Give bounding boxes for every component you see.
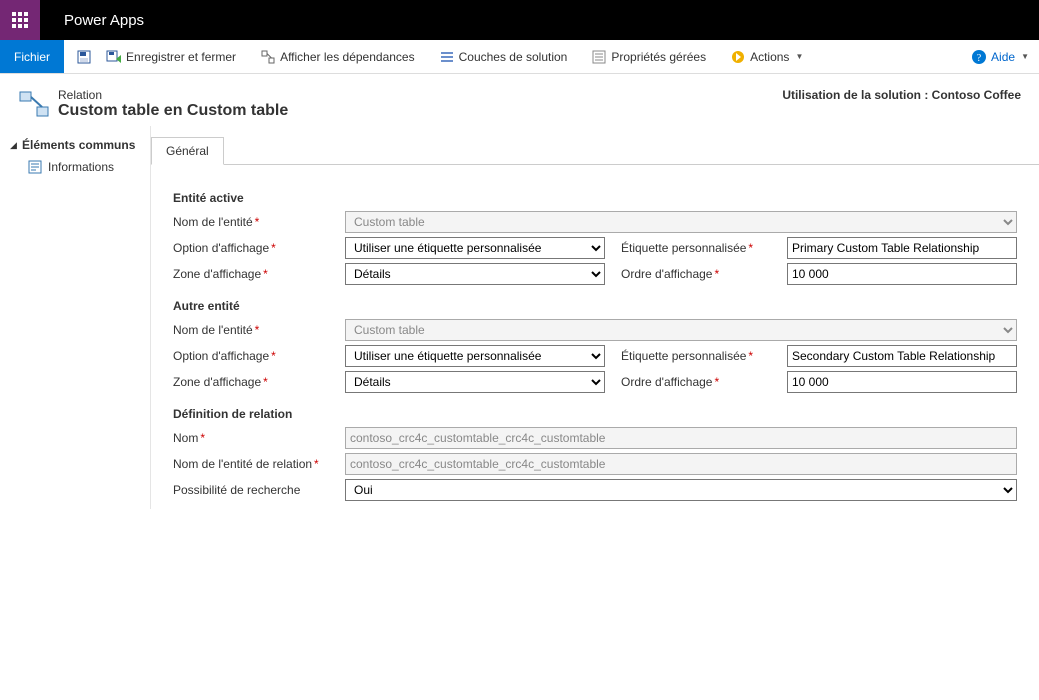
show-dependencies-button[interactable]: Afficher les dépendances — [256, 45, 419, 69]
searchable-select[interactable]: Oui — [345, 479, 1017, 501]
label-rel-name: Nom* — [173, 431, 329, 445]
display-order-2-input[interactable] — [787, 371, 1017, 393]
save-close-icon — [106, 49, 122, 65]
left-nav: ◢ Éléments communs Informations — [0, 126, 151, 509]
actions-label: Actions — [750, 50, 789, 64]
chevron-down-icon: ▼ — [1021, 52, 1029, 61]
solution-usage: Utilisation de la solution : Contoso Cof… — [782, 88, 1021, 120]
layers-icon — [439, 49, 455, 65]
display-order-1-input[interactable] — [787, 263, 1017, 285]
nav-group-label: Éléments communs — [22, 138, 135, 152]
actions-menu-button[interactable]: Actions ▼ — [726, 45, 807, 69]
file-menu-button[interactable]: Fichier — [0, 40, 64, 73]
tab-general[interactable]: Général — [151, 137, 224, 165]
help-icon: ? — [971, 49, 987, 65]
page-supertitle: Relation — [58, 88, 288, 102]
label-display-area-1: Zone d'affichage* — [173, 267, 329, 281]
save-close-button[interactable]: Enregistrer et fermer — [102, 45, 240, 69]
top-bar: Power Apps — [0, 0, 1039, 40]
entity-name-2-select[interactable]: Custom table — [345, 319, 1017, 341]
section-active-entity: Entité active — [173, 191, 1017, 205]
collapse-icon: ◢ — [10, 140, 18, 151]
label-display-option-1: Option d'affichage* — [173, 241, 329, 255]
custom-label-1-input[interactable] — [787, 237, 1017, 259]
nav-item-label: Informations — [48, 160, 114, 174]
save-button[interactable] — [72, 45, 96, 69]
relationship-entity-name-input[interactable] — [345, 453, 1017, 475]
tab-strip: Général — [151, 136, 1039, 165]
display-option-2-select[interactable]: Utiliser une étiquette personnalisée — [345, 345, 605, 367]
nav-item-information[interactable]: Informations — [0, 156, 150, 178]
actions-icon — [730, 49, 746, 65]
page-title: Custom table en Custom table — [58, 102, 288, 120]
custom-label-2-input[interactable] — [787, 345, 1017, 367]
show-dependencies-label: Afficher les dépendances — [280, 50, 415, 64]
section-other-entity: Autre entité — [173, 299, 1017, 313]
label-custom-label-2: Étiquette personnalisée* — [621, 349, 771, 363]
relationship-name-input[interactable] — [345, 427, 1017, 449]
solution-layers-button[interactable]: Couches de solution — [435, 45, 572, 69]
managed-properties-label: Propriétés gérées — [611, 50, 706, 64]
managed-properties-button[interactable]: Propriétés gérées — [587, 45, 710, 69]
command-bar: Fichier Enregistrer et fermer Afficher l… — [0, 40, 1039, 74]
main-content: Général Entité active Nom de l'entité* C… — [151, 126, 1039, 509]
solution-prefix: Utilisation de la solution : — [782, 88, 928, 102]
page-header-text: Relation Custom table en Custom table — [58, 88, 288, 120]
svg-text:?: ? — [977, 53, 982, 64]
entity-name-1-select[interactable]: Custom table — [345, 211, 1017, 233]
label-display-order-1: Ordre d'affichage* — [621, 267, 771, 281]
form-icon — [28, 160, 42, 174]
label-searchable: Possibilité de recherche — [173, 483, 329, 497]
app-title: Power Apps — [64, 12, 144, 29]
properties-icon — [591, 49, 607, 65]
label-display-option-2: Option d'affichage* — [173, 349, 329, 363]
label-display-order-2: Ordre d'affichage* — [621, 375, 771, 389]
app-launcher-button[interactable] — [0, 0, 40, 40]
label-rel-entity-name: Nom de l'entité de relation* — [173, 457, 329, 471]
label-entity-name-2: Nom de l'entité* — [173, 323, 329, 337]
save-close-label: Enregistrer et fermer — [126, 50, 236, 64]
relationship-icon — [18, 88, 50, 120]
label-display-area-2: Zone d'affichage* — [173, 375, 329, 389]
chevron-down-icon: ▼ — [795, 52, 803, 61]
nav-group-common[interactable]: ◢ Éléments communs — [0, 134, 150, 156]
display-option-1-select[interactable]: Utiliser une étiquette personnalisée — [345, 237, 605, 259]
solution-name: Contoso Coffee — [932, 88, 1021, 102]
section-relationship-definition: Définition de relation — [173, 407, 1017, 421]
display-area-2-select[interactable]: Détails — [345, 371, 605, 393]
help-menu-button[interactable]: ? Aide ▼ — [971, 40, 1029, 73]
page-header: Relation Custom table en Custom table Ut… — [0, 74, 1039, 126]
waffle-icon — [12, 12, 28, 28]
dependencies-icon — [260, 49, 276, 65]
label-entity-name-1: Nom de l'entité* — [173, 215, 329, 229]
solution-layers-label: Couches de solution — [459, 50, 568, 64]
display-area-1-select[interactable]: Détails — [345, 263, 605, 285]
save-icon — [76, 49, 92, 65]
help-label: Aide — [991, 50, 1015, 64]
label-custom-label-1: Étiquette personnalisée* — [621, 241, 771, 255]
